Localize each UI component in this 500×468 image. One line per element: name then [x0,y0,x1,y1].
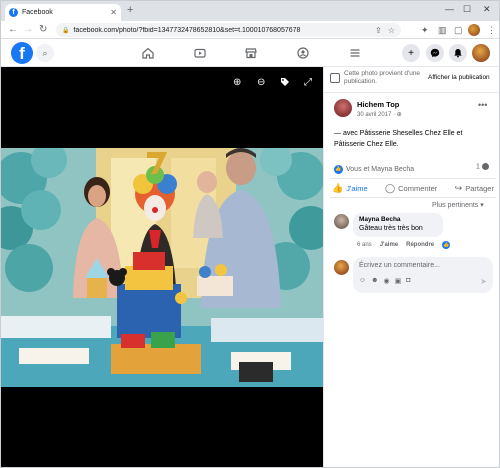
comment-text: Gâteau très très bon [359,225,423,232]
commenter-name[interactable]: Mayna Becha [359,216,437,223]
messenger-icon[interactable] [426,44,444,62]
share-label: Partager [465,183,494,193]
search-icon[interactable]: ⌕ [36,44,54,62]
comment-label: Commenter [398,183,438,193]
comment-bubble: Mayna Becha Gâteau très très bon [353,213,443,237]
comment-count-value: 1 [476,163,480,171]
write-comment-placeholder: Écrivez un commentaire... [359,262,440,269]
comment-like-reaction-icon: 👍 [442,241,451,249]
extensions-icon[interactable]: ✦ [421,25,429,36]
tab-title: Facebook [22,9,53,16]
chevron-down-icon: ▾ [480,202,484,209]
comment-tools: ☺ ☻ ◉ ▣ ◘ [359,277,411,285]
like-button[interactable]: 👍 J'aime [332,183,368,194]
notice-text: Cette photo provient d'une publication. [344,70,421,85]
like-reaction-icon: 👍 [334,164,343,174]
browser-profile-avatar[interactable] [468,24,480,36]
comment-like-button[interactable]: J'aime [380,242,398,248]
avatar-sticker-icon[interactable]: ☺ [359,277,366,285]
groups-icon[interactable] [296,46,310,60]
sort-label: Plus pertinents [432,202,479,209]
browser-menu-icon[interactable]: ⋮ [487,25,496,36]
tag-icon[interactable] [280,77,290,90]
comment-count[interactable]: 1 [476,163,489,170]
post-photo[interactable] [1,148,323,387]
back-arrow-icon[interactable]: ← [8,24,18,35]
thumbs-up-icon: 👍 [332,182,344,193]
minimize-button[interactable]: — [445,4,454,14]
create-icon[interactable]: + [402,44,420,62]
comment-age[interactable]: 6 ans [357,242,372,248]
send-icon[interactable]: ➤ [480,277,487,286]
reload-icon[interactable]: ↻ [39,24,47,35]
share-button[interactable]: ↪ Partager [455,183,494,194]
facebook-logo-icon[interactable]: f [11,42,33,64]
post-date-text: 30 avril 2017 · [357,112,397,118]
new-tab-button[interactable]: + [127,4,133,16]
forward-arrow-icon[interactable]: → [23,24,33,35]
public-globe-icon: ⊕ [396,112,402,118]
reaction-names: Vous et Mayna Becha [346,165,415,173]
facebook-favicon-icon: f [9,8,18,17]
side-panel-icon[interactable]: ▥ [438,25,447,36]
post-date[interactable]: 30 avril 2017 · ⊕ [357,111,402,118]
tab-strip: f Facebook ✕ + — ☐ ✕ [1,1,499,21]
zoom-out-icon[interactable]: ⊖ [257,77,265,88]
comment-meta: 6 ans J'aime Répondre 👍 [357,241,451,249]
gif-icon[interactable]: ▣ [395,277,402,285]
notifications-icon[interactable] [449,44,467,62]
zoom-in-icon[interactable]: ⊕ [233,77,241,88]
author-avatar[interactable] [334,99,352,117]
source-notice: Cette photo provient d'une publication. … [324,67,499,93]
post-source-icon [330,73,340,83]
current-user-avatar [334,260,349,275]
home-icon[interactable] [141,46,155,60]
address-bar-row: ← → ↻ 🔒 facebook.com/photo/?fbid=1347732… [1,21,499,39]
post-side-panel: Cette photo provient d'une publication. … [323,67,499,467]
more-options-icon[interactable]: ••• [478,100,487,110]
lock-icon: 🔒 [62,27,70,34]
sticker-icon[interactable]: ◘ [406,277,410,285]
post-caption: — avec Pâtisserie Sheselles Chez Elle et… [334,130,463,148]
post-actions: 👍 J'aime ◯ Commenter ↪ Partager [330,178,496,198]
bookmark-star-icon[interactable]: ☆ [388,26,395,35]
like-label: J'aime [346,183,368,193]
camera-icon[interactable]: ◉ [384,277,390,285]
maximize-button[interactable]: ☐ [463,4,471,15]
browser-tab-facebook[interactable]: f Facebook ✕ [5,4,121,21]
watch-icon[interactable] [193,46,207,60]
browser-window: f Facebook ✕ + — ☐ ✕ ← → ↻ 🔒 facebook.co… [0,0,500,468]
emoji-icon[interactable]: ☻ [371,277,378,285]
share-arrow-icon: ↪ [454,182,463,193]
comment-button[interactable]: ◯ Commenter [385,183,437,194]
reactions-summary[interactable]: 👍 Vous et Mayna Becha [334,163,494,175]
comment-reply-button[interactable]: Répondre [406,242,434,248]
downloads-icon[interactable]: ▢ [454,25,463,36]
url-text[interactable]: facebook.com/photo/?fbid=134773247865281… [73,27,369,34]
tab-close-icon[interactable]: ✕ [110,8,117,17]
author-name[interactable]: Hichem Top [357,100,399,109]
share-icon[interactable]: ⇪ [375,26,382,35]
close-window-button[interactable]: ✕ [483,4,491,15]
menu-icon[interactable] [348,46,362,60]
comment-icon: ◯ [385,182,396,193]
fullscreen-icon[interactable]: ⤢ [304,77,312,88]
photo-viewer: ⊕ ⊖ ⤢ [1,67,323,467]
comment-sort-dropdown[interactable]: Plus pertinents ▾ [432,201,484,209]
write-comment-box[interactable]: Écrivez un commentaire... ☺ ☻ ◉ ▣ ◘ ➤ [353,257,493,293]
profile-avatar[interactable] [472,44,490,62]
commenter-avatar[interactable] [334,214,349,229]
facebook-header: f ⌕ + [1,39,499,67]
marketplace-icon[interactable] [244,46,258,60]
view-post-link[interactable]: Afficher la publication [428,74,490,81]
comment-bubble-icon [481,163,489,170]
url-bar[interactable]: 🔒 facebook.com/photo/?fbid=1347732478652… [56,23,401,37]
